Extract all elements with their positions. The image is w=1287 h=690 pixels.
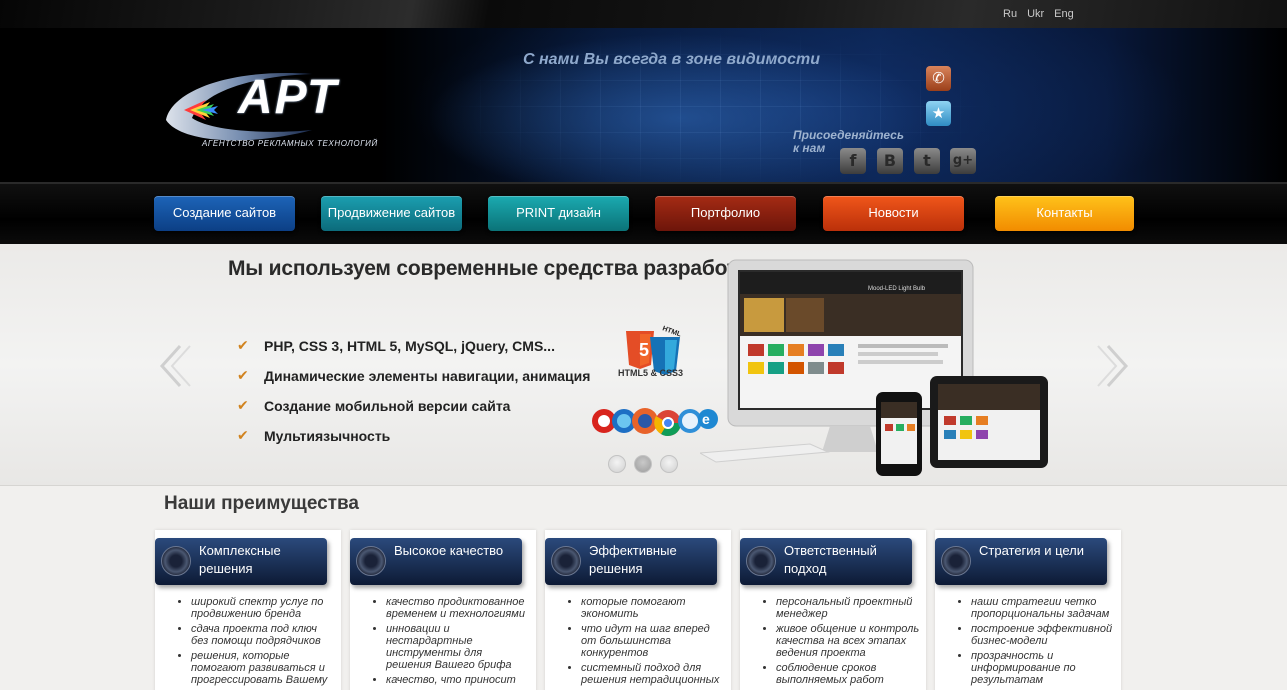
card-title: Стратегия и цели xyxy=(979,543,1085,558)
nav-print-design[interactable]: PRINT дизайн xyxy=(488,196,629,231)
hero-slider: Мы используем современные средства разра… xyxy=(0,244,1287,486)
card-list-item: решения, которые помогают развиваться и … xyxy=(191,650,335,686)
card-list: персональный проектный менеджер живое об… xyxy=(762,596,920,689)
vkontakte-icon[interactable]: B xyxy=(877,148,903,174)
html5-badge-text: HTML xyxy=(661,325,682,338)
nav-news[interactable]: Новости xyxy=(823,196,964,231)
card-list-item: персональный проектный менеджер xyxy=(776,596,920,620)
main-navigation: Создание сайтов Продвижение сайтов PRINT… xyxy=(0,184,1287,244)
card-title: Ответственный подход xyxy=(784,543,877,576)
phone-icon[interactable]: ✆ xyxy=(926,66,951,91)
card-header: Комплексные решения xyxy=(155,538,327,585)
devices-illustration: Mood-LED Light Bulb xyxy=(698,256,1050,481)
card-header: Высокое качество xyxy=(350,538,522,585)
star-glyph: ★ xyxy=(931,105,946,122)
card-title: Высокое качество xyxy=(394,543,504,558)
card-list: наши стратегии четко пропорциональны зад… xyxy=(957,596,1115,689)
site-header: Ru Ukr Eng АРТ АГЕНТСТВО РЕКЛАМНЫХ ТЕХНО… xyxy=(0,0,1287,184)
card-title: Комплексные решения xyxy=(199,543,281,576)
advantages-heading: Наши преимущества xyxy=(164,493,360,514)
slider-dot[interactable] xyxy=(660,455,678,473)
logo-subtitle: АГЕНТСТВО РЕКЛАМНЫХ ТЕХНОЛОГИЙ xyxy=(202,139,378,148)
checkmark-icon: ✔ xyxy=(237,428,249,444)
feature-text: Создание мобильной версии сайта xyxy=(264,398,511,414)
html5-number: 5 xyxy=(639,340,649,360)
card-list-item: инновации и нестардартные инструменты дл… xyxy=(386,623,530,671)
feature-item: ✔ PHP, CSS 3, HTML 5, MySQL, jQuery, CMS.… xyxy=(237,331,590,361)
checkmark-icon: ✔ xyxy=(237,368,249,384)
logo-text: АРТ xyxy=(238,71,339,124)
checkmark-icon: ✔ xyxy=(237,398,249,414)
nav-portfolio[interactable]: Портфолио xyxy=(655,196,796,231)
feature-text: Динамические элементы навигации, анимаци… xyxy=(264,368,591,384)
card-list-item: сдача проекта под ключ без помощи подряд… xyxy=(191,623,335,647)
top-strip xyxy=(0,0,1287,28)
feature-list: ✔ PHP, CSS 3, HTML 5, MySQL, jQuery, CMS.… xyxy=(237,331,590,451)
card-list-item: качество, что приносит xyxy=(386,674,530,686)
site-logo[interactable]: АРТ АГЕНТСТВО РЕКЛАМНЫХ ТЕХНОЛОГИЙ xyxy=(162,62,392,158)
twitter-icon[interactable]: t xyxy=(914,148,940,174)
google-plus-icon[interactable]: g+ xyxy=(950,148,976,174)
feature-item: ✔ Мультиязычность xyxy=(237,421,590,451)
card-list-item: которые помогают экономить xyxy=(581,596,725,620)
card-list-item: живое общение и контроль качества на все… xyxy=(776,623,920,659)
card-header: Эффективные решения xyxy=(545,538,717,585)
nav-promotion[interactable]: Продвижение сайтов xyxy=(321,196,462,231)
card-list-item: прозрачность и информирование по результ… xyxy=(971,650,1115,686)
facebook-icon[interactable]: f xyxy=(840,148,866,174)
card-list: широкий спектр услуг по продвижению брен… xyxy=(177,596,335,689)
advantage-card: Комплексные решения широкий спектр услуг… xyxy=(155,530,341,690)
card-list-item: наши стратегии четко пропорциональны зад… xyxy=(971,596,1115,620)
advantage-card: Стратегия и цели наши стратегии четко пр… xyxy=(935,530,1121,690)
slide-title: Мы используем современные средства разра… xyxy=(228,257,760,280)
card-title: Эффективные решения xyxy=(589,543,677,576)
header-slogan: С нами Вы всегда в зоне видимости xyxy=(523,51,820,68)
slider-prev-arrow-icon[interactable] xyxy=(156,344,194,388)
feature-item: ✔ Создание мобильной версии сайта xyxy=(237,391,590,421)
feature-text: Мультиязычность xyxy=(264,428,391,444)
card-list-item: построение эффективной бизнес-модели xyxy=(971,623,1115,647)
card-list-item: качество продиктованное временем и техно… xyxy=(386,596,530,620)
card-circle-icon xyxy=(941,546,971,576)
screen-caption: Mood-LED Light Bulb xyxy=(868,286,926,292)
advantage-card: Эффективные решения которые помогают эко… xyxy=(545,530,731,690)
checkmark-icon: ✔ xyxy=(237,338,249,354)
advantage-card: Высокое качество качество продиктованное… xyxy=(350,530,536,690)
card-circle-icon xyxy=(551,546,581,576)
card-header: Ответственный подход xyxy=(740,538,912,585)
nav-web-development[interactable]: Создание сайтов xyxy=(154,196,295,231)
lang-ru[interactable]: Ru xyxy=(1003,8,1017,20)
phone-glyph: ✆ xyxy=(932,70,945,87)
html5-css3-label: HTML5 & CSS3 xyxy=(618,368,684,378)
feature-item: ✔ Динамические элементы навигации, анимац… xyxy=(237,361,590,391)
nav-contacts[interactable]: Контакты xyxy=(995,196,1134,231)
card-header: Стратегия и цели xyxy=(935,538,1107,585)
feature-text: PHP, CSS 3, HTML 5, MySQL, jQuery, CMS..… xyxy=(264,338,555,354)
language-switcher: Ru Ukr Eng xyxy=(1003,8,1074,20)
card-list-item: что идут на шаг вперед от большинства ко… xyxy=(581,623,725,659)
slider-dot[interactable] xyxy=(608,455,626,473)
slider-pagination xyxy=(608,455,678,473)
star-icon[interactable]: ★ xyxy=(926,101,951,126)
advantage-card: Ответственный подход персональный проект… xyxy=(740,530,926,690)
card-list: качество продиктованное временем и техно… xyxy=(372,596,530,689)
card-circle-icon xyxy=(161,546,191,576)
slider-next-arrow-icon[interactable] xyxy=(1094,344,1132,388)
lang-eng[interactable]: Eng xyxy=(1054,8,1074,20)
lang-ukr[interactable]: Ukr xyxy=(1027,8,1044,20)
card-list: которые помогают экономить что идут на ш… xyxy=(567,596,725,689)
card-circle-icon xyxy=(746,546,776,576)
slider-dot-active[interactable] xyxy=(634,455,652,473)
card-circle-icon xyxy=(356,546,386,576)
card-list-item: соблюдение сроков выполняемых работ xyxy=(776,662,920,686)
card-list-item: системный подход для решения нетрадицион… xyxy=(581,662,725,686)
card-list-item: широкий спектр услуг по продвижению брен… xyxy=(191,596,335,620)
